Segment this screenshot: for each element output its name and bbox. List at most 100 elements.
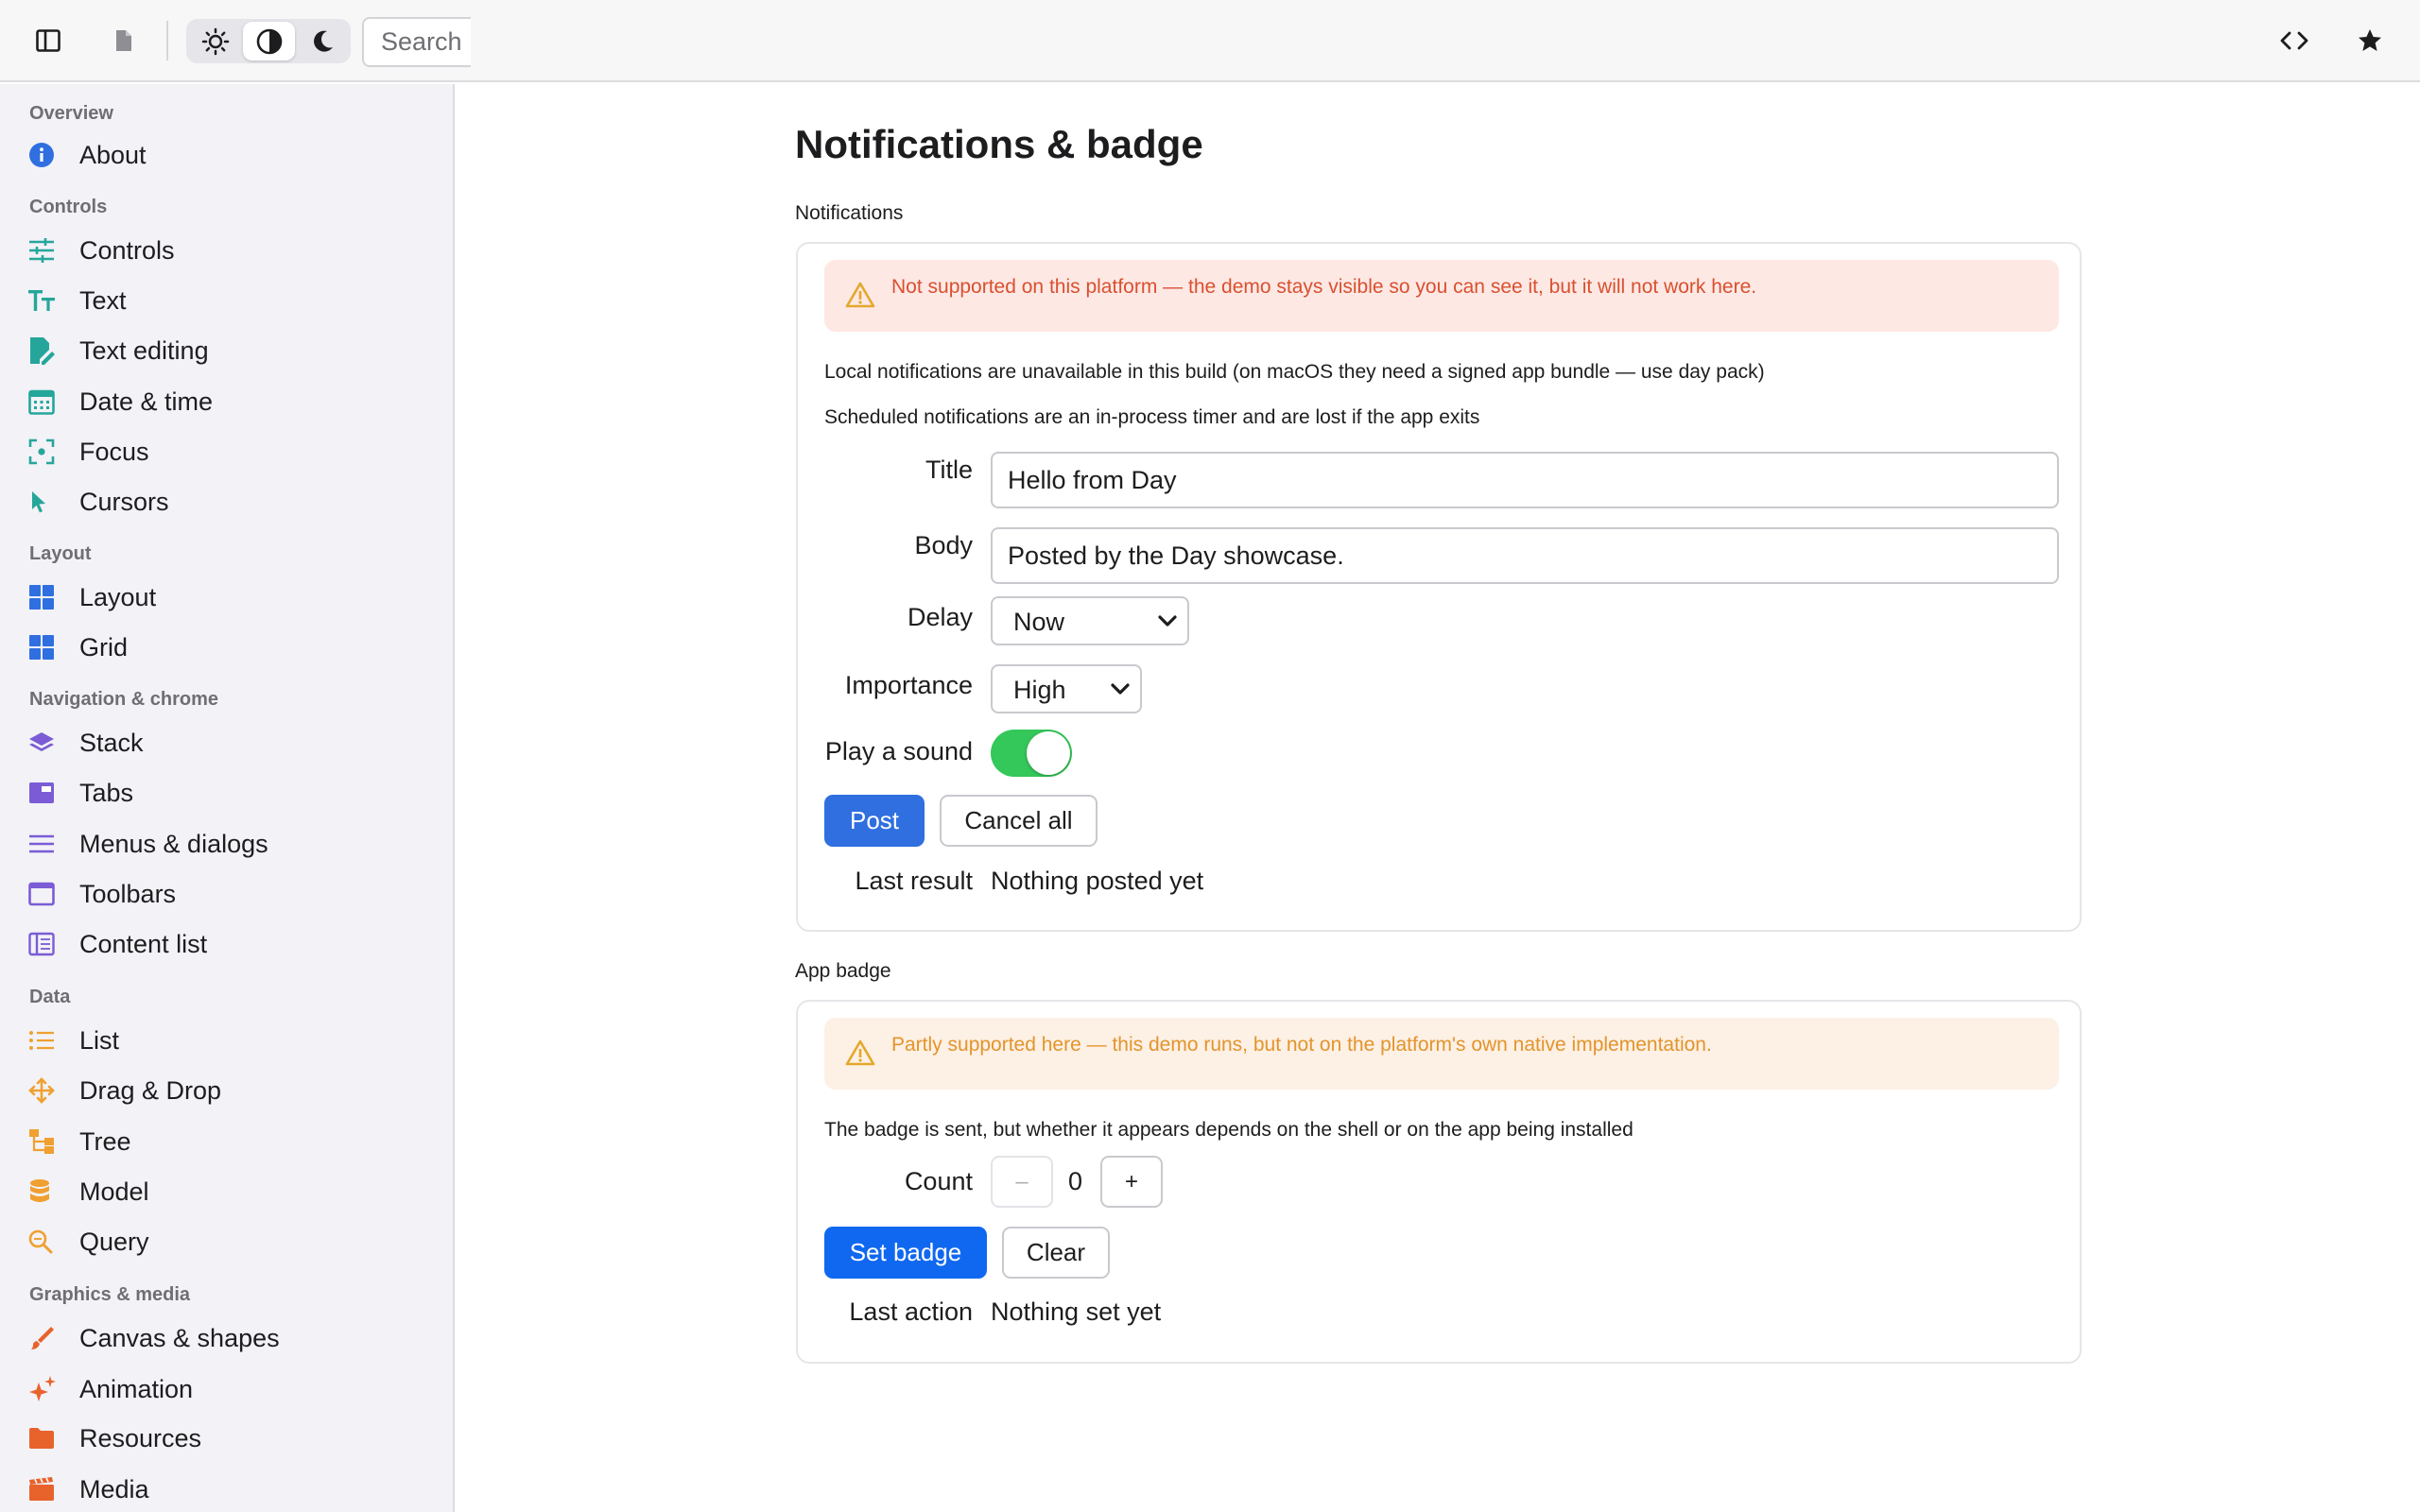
title-input[interactable] bbox=[993, 454, 2057, 507]
layers-icon bbox=[29, 732, 54, 751]
sun-icon bbox=[201, 27, 229, 55]
focus-icon bbox=[28, 438, 55, 465]
increment-button[interactable]: + bbox=[1100, 1156, 1163, 1208]
unsupported-alert: Not supported on this platform — the dem… bbox=[824, 260, 2059, 332]
theme-auto-button[interactable] bbox=[243, 22, 295, 60]
body-field[interactable] bbox=[991, 527, 2059, 584]
sidebar-item-canvas-shapes[interactable]: Canvas & shapes bbox=[28, 1316, 435, 1360]
sidebar-item-label: Drag & Drop bbox=[79, 1075, 222, 1105]
favorite-button[interactable] bbox=[2348, 19, 2392, 62]
sidebar-item-label: Tabs bbox=[79, 778, 134, 807]
search-field[interactable] bbox=[362, 17, 471, 67]
theme-light-button[interactable] bbox=[189, 22, 241, 60]
sidebar-item-label: About bbox=[79, 140, 147, 169]
cursor-icon bbox=[32, 491, 45, 513]
sound-toggle[interactable] bbox=[991, 730, 1072, 777]
notifications-note: Local notifications are unavailable in t… bbox=[824, 361, 1765, 383]
sidebar-item-label: Stack bbox=[79, 728, 144, 757]
sidebar-item-label: Content list bbox=[79, 929, 208, 958]
search-icon bbox=[28, 1229, 53, 1254]
chevron-down-icon bbox=[1158, 615, 1177, 627]
sidebar-item-layout[interactable]: Layout bbox=[28, 576, 435, 619]
sidebar-item-animation[interactable]: Animation bbox=[28, 1367, 435, 1411]
sidebar-item-label: Toolbars bbox=[79, 879, 177, 908]
sidebar-section-title: Navigation & chrome bbox=[29, 689, 219, 710]
columns-icon bbox=[28, 932, 55, 956]
sidebar-item-media[interactable]: Media bbox=[28, 1468, 435, 1511]
warning-icon bbox=[845, 1040, 875, 1066]
delay-select-value: Now bbox=[1013, 608, 1065, 636]
warning-icon bbox=[845, 282, 875, 308]
set-badge-button[interactable]: Set badge bbox=[824, 1227, 987, 1279]
cancel-all-button[interactable]: Cancel all bbox=[940, 795, 1098, 847]
title-label: Title bbox=[925, 455, 973, 484]
sidebar-item-content-list[interactable]: Content list bbox=[28, 922, 435, 966]
theme-switcher bbox=[186, 19, 351, 63]
sidebar-item-text[interactable]: Text bbox=[28, 279, 435, 322]
sidebar-item-label: Layout bbox=[79, 582, 157, 611]
sidebar-item-about[interactable]: About bbox=[28, 133, 435, 177]
sidebar-item-text-editing[interactable]: Text editing bbox=[28, 329, 435, 372]
sidebar-item-list[interactable]: List bbox=[28, 1019, 435, 1062]
view-source-button[interactable] bbox=[2273, 19, 2316, 62]
last-result-label: Last result bbox=[855, 867, 973, 895]
sidebar-item-cursors[interactable]: Cursors bbox=[28, 480, 435, 524]
sidebar-item-label: Query bbox=[79, 1227, 149, 1256]
importance-select[interactable]: High bbox=[991, 664, 1142, 713]
last-result-value: Nothing posted yet bbox=[991, 867, 1204, 895]
sidebar-section-title: Graphics & media bbox=[29, 1284, 191, 1305]
sidebar-item-controls[interactable]: Controls bbox=[28, 229, 435, 272]
toggle-knob bbox=[1027, 731, 1070, 775]
post-button[interactable]: Post bbox=[824, 795, 925, 847]
last-action-label: Last action bbox=[849, 1297, 973, 1326]
sidebar-item-query[interactable]: Query bbox=[28, 1220, 435, 1263]
sidebar-item-stack[interactable]: Stack bbox=[28, 721, 435, 765]
edit-document-icon bbox=[30, 337, 55, 365]
sidebar-item-tree[interactable]: Tree bbox=[28, 1120, 435, 1163]
folder-icon bbox=[29, 1428, 54, 1449]
notifications-note: Scheduled notifications are an in-proces… bbox=[824, 406, 1480, 428]
sparkles-icon bbox=[29, 1376, 56, 1401]
badge-section-label: App badge bbox=[795, 960, 891, 982]
sidebar-item-drag-drop[interactable]: Drag & Drop bbox=[28, 1069, 435, 1112]
document-button[interactable] bbox=[102, 19, 146, 62]
search-input[interactable] bbox=[364, 19, 471, 65]
sidebar-section-title: Overview bbox=[29, 103, 113, 124]
sidebar-item-model[interactable]: Model bbox=[28, 1170, 435, 1213]
partial-support-alert: Partly supported here — this demo runs, … bbox=[824, 1018, 2059, 1090]
sidebar-item-date-time[interactable]: Date & time bbox=[28, 380, 435, 423]
sliders-icon bbox=[29, 238, 54, 263]
tabs-icon bbox=[29, 782, 54, 803]
chevron-down-icon bbox=[1111, 683, 1130, 695]
alert-message: Partly supported here — this demo runs, … bbox=[891, 1034, 1712, 1056]
decrement-button[interactable]: – bbox=[991, 1156, 1053, 1208]
document-icon bbox=[116, 30, 131, 51]
page-title: Notifications & badge bbox=[795, 122, 1203, 166]
top-toolbar bbox=[0, 0, 2420, 82]
importance-select-value: High bbox=[1013, 676, 1066, 704]
clear-button[interactable]: Clear bbox=[1002, 1227, 1110, 1279]
body-label: Body bbox=[914, 531, 973, 559]
badge-note: The badge is sent, but whether it appear… bbox=[824, 1119, 1634, 1141]
sidebar-item-toolbars[interactable]: Toolbars bbox=[28, 872, 435, 916]
sound-label: Play a sound bbox=[824, 737, 973, 765]
count-label: Count bbox=[904, 1167, 973, 1195]
sidebar-toggle-button[interactable] bbox=[26, 19, 70, 62]
sidebar-item-label: Model bbox=[79, 1177, 149, 1206]
delay-select[interactable]: Now bbox=[991, 596, 1189, 645]
notifications-card: Not supported on this platform — the dem… bbox=[796, 242, 2082, 932]
move-icon bbox=[28, 1077, 55, 1104]
sidebar-item-grid[interactable]: Grid bbox=[28, 626, 435, 669]
sidebar-item-menus-dialogs[interactable]: Menus & dialogs bbox=[28, 822, 435, 866]
moon-icon bbox=[313, 30, 333, 52]
title-field[interactable] bbox=[991, 452, 2059, 508]
theme-dark-button[interactable] bbox=[296, 22, 348, 60]
sidebar-item-label: Cursors bbox=[79, 487, 169, 516]
sidebar-item-resources[interactable]: Resources bbox=[28, 1417, 435, 1460]
body-input[interactable] bbox=[993, 529, 2057, 582]
sidebar-item-tabs[interactable]: Tabs bbox=[28, 771, 435, 815]
sidebar-section-title: Data bbox=[29, 987, 71, 1007]
sidebar-item-focus[interactable]: Focus bbox=[28, 430, 435, 473]
sidebar-item-label: Canvas & shapes bbox=[79, 1323, 280, 1352]
sidebar-item-label: Focus bbox=[79, 437, 149, 466]
